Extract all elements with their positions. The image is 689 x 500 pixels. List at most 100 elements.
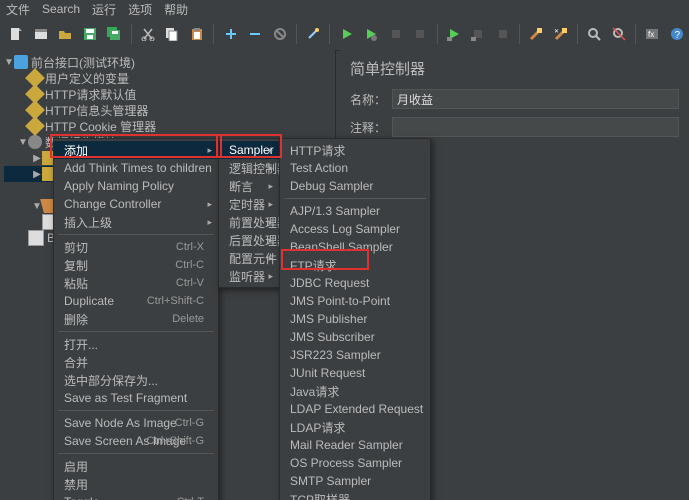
tree-user-vars[interactable]: 用户定义的变量 <box>4 70 333 86</box>
toolbar: ✕ fx ? <box>0 18 689 51</box>
menu-enable[interactable]: 启用 <box>54 457 218 475</box>
tb-save-icon[interactable] <box>79 22 102 46</box>
context-menu-sampler: HTTP请求Test ActionDebug Sampler AJP/1.3 Sa… <box>279 138 431 500</box>
toolbar-separator <box>296 24 297 44</box>
tb-remotestart-icon[interactable] <box>442 22 465 46</box>
svg-text:?: ? <box>674 30 680 41</box>
menu-file[interactable]: 文件 <box>6 1 30 18</box>
sampler-item[interactable]: JMS Publisher <box>280 310 430 328</box>
tb-stop-icon[interactable] <box>384 22 407 46</box>
sampler-item[interactable]: Mail Reader Sampler <box>280 436 430 454</box>
menu-duplicate[interactable]: DuplicateCtrl+Shift-C <box>54 292 218 310</box>
menu-change-controller[interactable]: Change Controller▸ <box>54 195 218 213</box>
form-title: 简单控制器 <box>350 58 679 79</box>
tb-cut-icon[interactable] <box>137 22 160 46</box>
menu-search[interactable]: Search <box>42 2 80 16</box>
tb-new-icon[interactable] <box>5 22 28 46</box>
tb-search-icon[interactable] <box>583 22 606 46</box>
tree-http-header-mgr[interactable]: HTTP信息头管理器 <box>4 102 333 118</box>
sampler-item[interactable]: JDBC Request <box>280 274 430 292</box>
tb-remotestop-icon[interactable] <box>467 22 490 46</box>
comment-input[interactable] <box>392 117 679 137</box>
menu-listener[interactable]: 监听器▸ <box>219 267 279 285</box>
menu-open[interactable]: 打开... <box>54 335 218 353</box>
tb-saveall-icon[interactable] <box>103 22 126 46</box>
sampler-item[interactable]: JUnit Request <box>280 364 430 382</box>
sampler-item[interactable]: Access Log Sampler <box>280 220 430 238</box>
menu-save-selection[interactable]: 选中部分保存为... <box>54 371 218 389</box>
tb-searchreset-icon[interactable] <box>608 22 631 46</box>
tb-plus-icon[interactable] <box>219 22 242 46</box>
tb-start-icon[interactable] <box>335 22 358 46</box>
menu-save-fragment[interactable]: Save as Test Fragment <box>54 389 218 407</box>
toolbar-separator <box>577 24 578 44</box>
menu-insert-parent[interactable]: 插入上级▸ <box>54 213 218 231</box>
menu-disable[interactable]: 禁用 <box>54 475 218 493</box>
name-input[interactable] <box>392 89 679 109</box>
menu-options[interactable]: 选项 <box>128 1 152 18</box>
sampler-item[interactable]: Debug Sampler <box>280 177 430 195</box>
svg-text:fx: fx <box>648 30 654 39</box>
name-label: 名称： <box>350 91 392 108</box>
tb-open-icon[interactable] <box>54 22 77 46</box>
tb-copy-icon[interactable] <box>161 22 184 46</box>
tb-template-icon[interactable] <box>30 22 53 46</box>
menu-add-think-times[interactable]: Add Think Times to children <box>54 159 218 177</box>
sampler-item[interactable]: FTP请求 <box>280 256 430 274</box>
menubar: 文件 Search 运行 选项 帮助 <box>0 0 689 18</box>
menu-timer[interactable]: 定时器▸ <box>219 195 279 213</box>
sampler-item[interactable]: BeanShell Sampler <box>280 238 430 256</box>
sampler-item[interactable]: JSR223 Sampler <box>280 346 430 364</box>
sampler-item[interactable]: LDAP Extended Request <box>280 400 430 418</box>
menu-logic-controller[interactable]: 逻辑控制器▸ <box>219 159 279 177</box>
toolbar-separator <box>131 24 132 44</box>
tb-shutdown-icon[interactable] <box>409 22 432 46</box>
tb-help-icon[interactable]: ? <box>666 22 689 46</box>
menu-run[interactable]: 运行 <box>92 1 116 18</box>
menu-sampler[interactable]: Sampler▸ <box>219 141 279 159</box>
menu-save-node-image[interactable]: Save Node As ImageCtrl-G <box>54 414 218 432</box>
tb-fn-icon[interactable]: fx <box>641 22 664 46</box>
menu-save-screen-image[interactable]: Save Screen As ImageCtrl+Shift-G <box>54 432 218 450</box>
menu-separator <box>58 331 214 332</box>
tree-root[interactable]: ▼前台接口(测试环境) <box>4 54 333 70</box>
menu-delete[interactable]: 删除Delete <box>54 310 218 328</box>
sampler-item[interactable]: Test Action <box>280 159 430 177</box>
menu-copy[interactable]: 复制Ctrl-C <box>54 256 218 274</box>
tb-paste-icon[interactable] <box>186 22 209 46</box>
tb-startnotimer-icon[interactable] <box>360 22 383 46</box>
sampler-item[interactable]: JMS Subscriber <box>280 328 430 346</box>
sampler-item[interactable]: SMTP Sampler <box>280 472 430 490</box>
tb-clear-icon[interactable] <box>525 22 548 46</box>
toolbar-separator <box>519 24 520 44</box>
menu-postprocessor[interactable]: 后置处理器▸ <box>219 231 279 249</box>
sampler-item[interactable]: TCP取样器 <box>280 490 430 500</box>
sampler-item[interactable]: Java请求 <box>280 382 430 400</box>
menu-assertions[interactable]: 断言▸ <box>219 177 279 195</box>
menu-add[interactable]: 添加▸ <box>54 141 218 159</box>
menu-merge[interactable]: 合并 <box>54 353 218 371</box>
tb-wand-icon[interactable] <box>302 22 325 46</box>
menu-preprocessor[interactable]: 前置处理器▸ <box>219 213 279 231</box>
menu-paste[interactable]: 粘贴Ctrl-V <box>54 274 218 292</box>
tb-remoteshutdown-icon[interactable] <box>492 22 515 46</box>
tree-http-defaults[interactable]: HTTP请求默认值 <box>4 86 333 102</box>
menu-config-element[interactable]: 配置元件▸ <box>219 249 279 267</box>
menu-help[interactable]: 帮助 <box>164 1 188 18</box>
menu-separator <box>58 410 214 411</box>
sampler-item[interactable]: AJP/1.3 Sampler <box>280 202 430 220</box>
sampler-item[interactable]: JMS Point-to-Point <box>280 292 430 310</box>
sampler-item[interactable]: HTTP请求 <box>280 141 430 159</box>
menu-separator <box>58 453 214 454</box>
svg-text:✕: ✕ <box>554 29 559 35</box>
tree-http-cookie-mgr[interactable]: HTTP Cookie 管理器 <box>4 118 333 134</box>
tb-clearall-icon[interactable]: ✕ <box>550 22 573 46</box>
menu-separator <box>58 234 214 235</box>
sampler-item[interactable]: OS Process Sampler <box>280 454 430 472</box>
sampler-item[interactable]: LDAP请求 <box>280 418 430 436</box>
menu-cut[interactable]: 剪切Ctrl-X <box>54 238 218 256</box>
tb-disable-icon[interactable] <box>268 22 291 46</box>
menu-toggle[interactable]: ToggleCtrl-T <box>54 493 218 500</box>
tb-minus-icon[interactable] <box>244 22 267 46</box>
menu-apply-naming[interactable]: Apply Naming Policy <box>54 177 218 195</box>
